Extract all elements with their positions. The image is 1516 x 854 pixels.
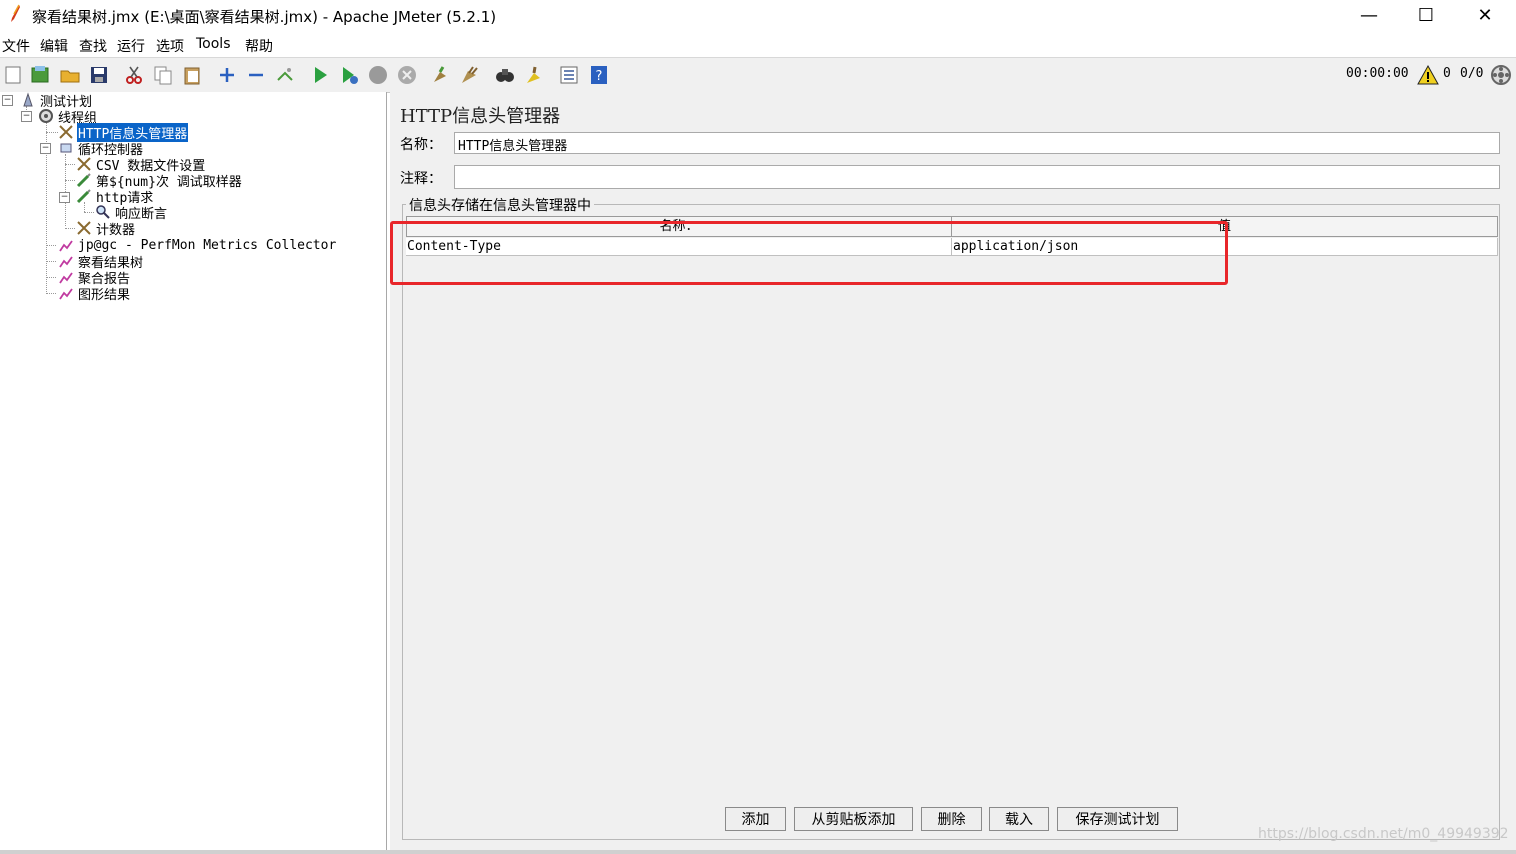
copy-icon[interactable] <box>152 64 174 86</box>
maximize-button[interactable]: ☐ <box>1403 0 1449 30</box>
close-icon: ✕ <box>1477 4 1493 26</box>
menu-search[interactable]: 查找 <box>79 36 107 56</box>
headers-group-title: 信息头存储在信息头管理器中 <box>406 195 594 215</box>
templates-icon[interactable] <box>29 64 51 86</box>
save-icon[interactable] <box>88 64 110 86</box>
stop-icon[interactable] <box>367 64 389 86</box>
bottom-border <box>0 850 1516 854</box>
close-button[interactable]: ✕ <box>1462 0 1508 30</box>
active-threads: 0/0 <box>1460 66 1484 81</box>
listener-chart-icon <box>58 253 74 269</box>
watermark: https://blog.csdn.net/m0_49949392 <box>1258 826 1509 842</box>
start-no-pause-icon[interactable] <box>338 64 360 86</box>
header-manager-panel: HTTP信息头管理器 名称： HTTP信息头管理器 注释： 信息头存储在信息头管… <box>390 92 1516 850</box>
menu-file[interactable]: 文件 <box>2 36 30 56</box>
thread-group-icon <box>38 108 54 124</box>
search-icon[interactable] <box>494 64 516 86</box>
add-button[interactable]: 添加 <box>725 807 786 831</box>
test-plan-icon <box>20 92 36 108</box>
listener-chart-icon <box>58 269 74 285</box>
menu-options[interactable]: 选项 <box>156 36 184 56</box>
reset-search-icon[interactable] <box>523 64 545 86</box>
test-plan-tree: − − − − 测试计划 线程组 HTTP信息头管理器 循环控制器 CSV 数据… <box>0 92 387 850</box>
collapse-toggle[interactable]: − <box>2 95 13 106</box>
tree-node-counter[interactable]: 计数器 <box>76 220 136 238</box>
collapse-toggle[interactable]: − <box>21 111 32 122</box>
controller-icon <box>58 140 74 156</box>
tree-node-graph-results[interactable]: 图形结果 <box>58 285 131 303</box>
collapse-toggle[interactable]: − <box>40 143 51 154</box>
sampler-pen-icon <box>76 172 92 188</box>
maximize-icon: ☐ <box>1417 4 1435 26</box>
comment-label: 注释： <box>400 171 442 187</box>
wrench-icon <box>58 124 74 140</box>
shutdown-icon[interactable] <box>396 64 418 86</box>
start-icon[interactable] <box>309 64 331 86</box>
minimize-button[interactable]: — <box>1346 0 1392 30</box>
wrench-icon <box>76 156 92 172</box>
elapsed-timer: 00:00:00 <box>1346 66 1409 81</box>
warning-icon[interactable] <box>1417 64 1439 90</box>
window-title: 察看结果树.jmx (E:\桌面\察看结果树.jmx) - Apache JMe… <box>32 8 497 26</box>
delete-button[interactable]: 删除 <box>921 807 982 831</box>
toolbar: ? 00:00:00 0 0/0 <box>0 57 1516 93</box>
collapse-icon[interactable] <box>245 64 267 86</box>
new-icon[interactable] <box>2 64 24 86</box>
menu-edit[interactable]: 编辑 <box>40 36 68 56</box>
save-test-plan-button[interactable]: 保存测试计划 <box>1057 807 1178 831</box>
paste-icon[interactable] <box>181 64 203 86</box>
jmeter-feather-icon <box>8 4 22 24</box>
collapse-toggle[interactable]: − <box>59 192 70 203</box>
load-button[interactable]: 载入 <box>989 807 1049 831</box>
comment-field[interactable] <box>454 165 1500 189</box>
annotation-highlight-box <box>390 221 1228 285</box>
minimize-icon: — <box>1360 4 1378 26</box>
menu-run[interactable]: 运行 <box>117 36 145 56</box>
title-bar: 察看结果树.jmx (E:\桌面\察看结果树.jmx) - Apache JMe… <box>0 0 1516 32</box>
listener-chart-icon <box>58 285 74 301</box>
sampler-pen-icon <box>76 188 92 204</box>
global-status-icon <box>1490 64 1512 90</box>
headers-group-box <box>402 204 1500 840</box>
function-helper-icon[interactable] <box>558 64 580 86</box>
menu-bar: 文件 编辑 查找 运行 选项 Tools 帮助 <box>0 34 1516 56</box>
expand-icon[interactable] <box>216 64 238 86</box>
warning-count: 0 <box>1443 66 1451 81</box>
wrench-icon <box>76 220 92 236</box>
clear-icon[interactable] <box>430 64 452 86</box>
svg-text:?: ? <box>596 69 603 84</box>
toggle-icon[interactable] <box>274 64 296 86</box>
open-icon[interactable] <box>59 64 81 86</box>
add-from-clipboard-button[interactable]: 从剪贴板添加 <box>794 807 913 831</box>
clear-all-icon[interactable] <box>459 64 481 86</box>
panel-title: HTTP信息头管理器 <box>400 106 561 127</box>
cut-icon[interactable] <box>123 64 145 86</box>
listener-chart-icon <box>58 237 74 253</box>
menu-tools[interactable]: Tools <box>196 36 231 52</box>
menu-help[interactable]: 帮助 <box>245 36 273 56</box>
help-icon[interactable]: ? <box>588 64 610 86</box>
name-field[interactable]: HTTP信息头管理器 <box>454 132 1500 154</box>
name-label: 名称： <box>400 137 442 153</box>
